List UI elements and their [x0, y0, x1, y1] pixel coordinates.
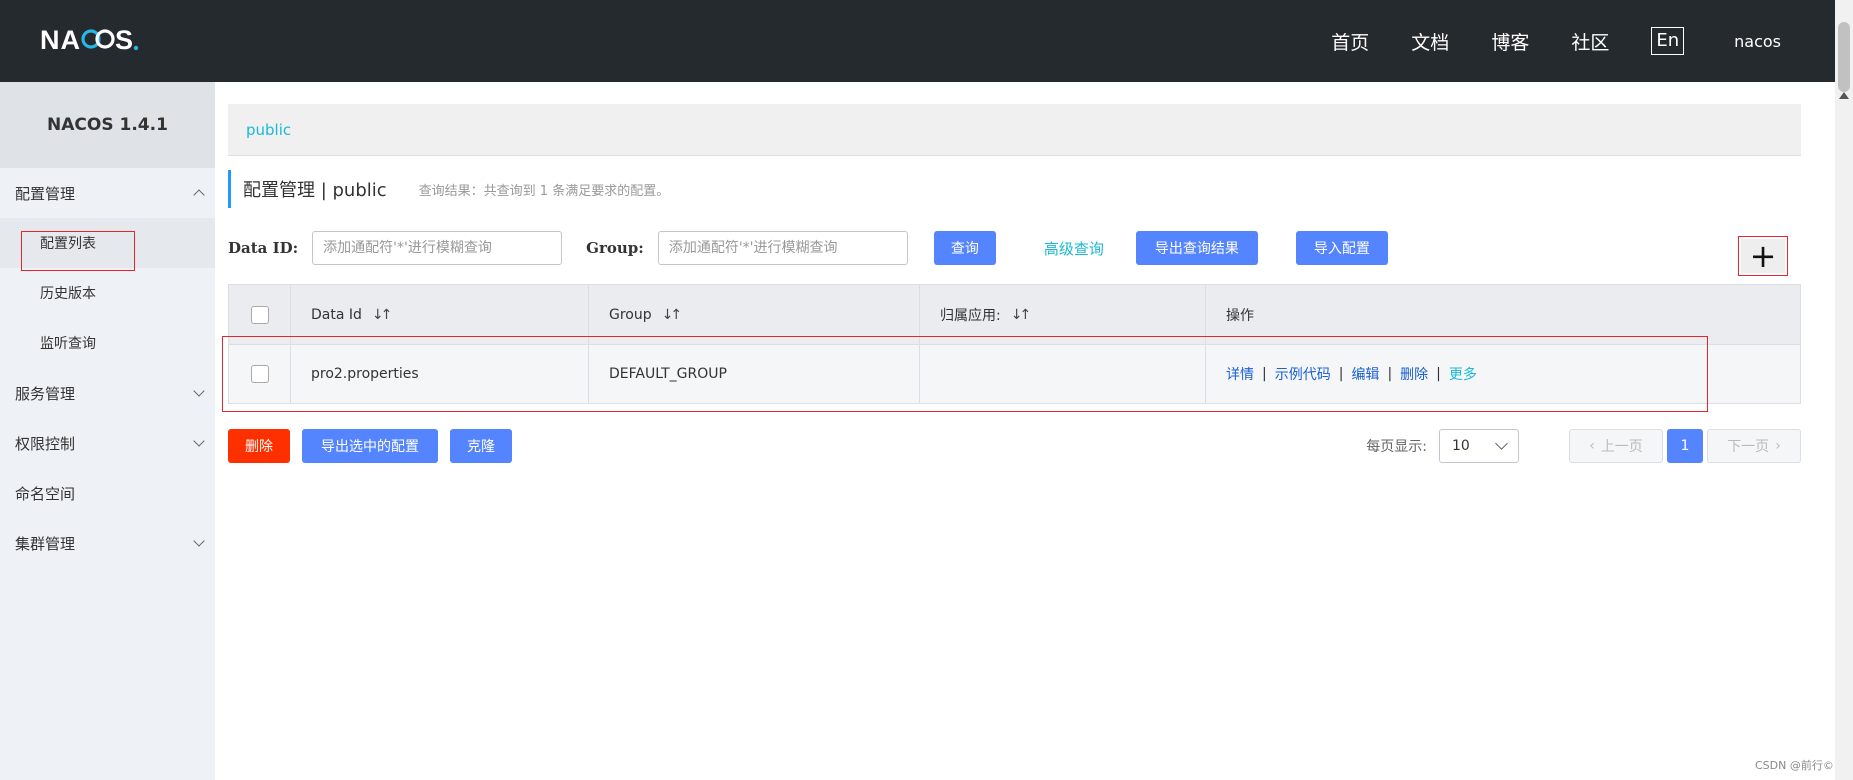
- sort-icon[interactable]: ↓↑: [1011, 307, 1032, 323]
- scrollbar-thumb[interactable]: [1838, 22, 1850, 92]
- chevron-down-icon: [193, 535, 205, 547]
- top-nav-menu: 首页 文档 博客 社区 En nacos: [1331, 0, 1835, 82]
- add-config-button[interactable]: +: [1741, 239, 1785, 273]
- namespace-public-link[interactable]: public: [246, 121, 291, 139]
- sidebar-item-listener-query[interactable]: 监听查询: [0, 318, 215, 368]
- next-page-label: 下一页: [1727, 439, 1770, 455]
- pagination: 每页显示: 10 ‹ 上一页 1 下一页 ›: [1366, 428, 1801, 464]
- svg-text:NA: NA: [40, 25, 81, 55]
- highlight-box: +: [1738, 236, 1788, 276]
- nacos-logo[interactable]: NA S: [40, 24, 150, 56]
- sort-icon[interactable]: ↓↑: [662, 307, 683, 323]
- sidebar-item-label: 历史版本: [40, 286, 96, 302]
- chevron-down-icon: [193, 435, 205, 447]
- sidebar-group-label: 命名空间: [15, 484, 76, 503]
- group-label: Group:: [586, 239, 644, 257]
- user-menu[interactable]: nacos: [1734, 32, 1781, 51]
- prev-page-label: 上一页: [1600, 439, 1643, 455]
- page-number-button[interactable]: 1: [1667, 429, 1703, 463]
- column-header-actions: 操作: [1226, 307, 1254, 324]
- select-all-checkbox[interactable]: [250, 305, 269, 324]
- vertical-scrollbar[interactable]: [1835, 0, 1853, 780]
- prev-page-button[interactable]: ‹ 上一页: [1569, 429, 1663, 463]
- language-switch-button[interactable]: En: [1651, 27, 1685, 55]
- column-header-group: Group: [609, 306, 652, 323]
- sidebar-group-label: 配置管理: [15, 184, 76, 203]
- nav-blog[interactable]: 博客: [1491, 28, 1529, 55]
- clone-button[interactable]: 克隆: [450, 429, 512, 463]
- scroll-up-arrow-icon[interactable]: [1839, 92, 1849, 99]
- sidebar-group-label: 集群管理: [15, 534, 76, 553]
- sidebar-group-label: 服务管理: [15, 384, 76, 403]
- sidebar-group-config[interactable]: 配置管理: [0, 168, 215, 218]
- nav-home[interactable]: 首页: [1331, 28, 1369, 55]
- page-title: 配置管理 | public: [243, 180, 387, 201]
- column-header-dataid: Data Id: [311, 306, 362, 323]
- watermark: CSDN @前行©: [1755, 759, 1834, 772]
- export-query-results-button[interactable]: 导出查询结果: [1135, 231, 1258, 265]
- sidebar-group-label: 权限控制: [15, 434, 76, 453]
- highlight-box: [21, 231, 135, 271]
- page-size-value: 10: [1452, 438, 1470, 454]
- chevron-right-icon: ›: [1775, 438, 1781, 454]
- next-page-button[interactable]: 下一页 ›: [1707, 429, 1801, 463]
- column-header-app: 归属应用:: [940, 307, 1001, 324]
- search-form: Data ID: Group: 查询 高级查询 导出查询结果 导入配置: [228, 230, 1801, 266]
- query-result-hint: 查询结果：共查询到 1 条满足要求的配置。: [418, 183, 670, 199]
- export-selected-button[interactable]: 导出选中的配置: [302, 429, 438, 463]
- sidebar-group-auth[interactable]: 权限控制: [0, 418, 215, 468]
- sidebar-item-label: 监听查询: [40, 336, 96, 352]
- chevron-down-icon: [1495, 437, 1508, 450]
- svg-text:S: S: [115, 25, 133, 55]
- sidebar-item-history[interactable]: 历史版本: [0, 268, 215, 318]
- dataid-search-input[interactable]: [312, 231, 563, 265]
- sidebar-group-cluster[interactable]: 集群管理: [0, 518, 215, 568]
- group-search-input[interactable]: [657, 231, 908, 265]
- highlight-box: [222, 336, 1708, 412]
- namespace-bar: public: [228, 104, 1801, 156]
- sidebar: NACOS 1.4.1 配置管理 配置列表 历史版本 监听查询 服务管理 权限控…: [0, 82, 215, 780]
- nacos-logo-icon: NA S: [40, 25, 139, 55]
- query-button[interactable]: 查询: [933, 231, 996, 265]
- page-header: 配置管理 | public 查询结果：共查询到 1 条满足要求的配置。: [228, 170, 1801, 208]
- page-size-label: 每页显示:: [1366, 439, 1427, 455]
- sidebar-version-title: NACOS 1.4.1: [0, 82, 215, 168]
- chevron-left-icon: ‹: [1589, 438, 1595, 454]
- page-size-select[interactable]: 10: [1439, 429, 1519, 463]
- chevron-down-icon: [193, 385, 205, 397]
- import-config-button[interactable]: 导入配置: [1295, 231, 1388, 265]
- dataid-label: Data ID:: [228, 239, 299, 257]
- nav-community[interactable]: 社区: [1571, 28, 1609, 55]
- sort-icon[interactable]: ↓↑: [372, 307, 393, 323]
- top-navbar: NA S 首页 文档 博客 社区 En nacos: [0, 0, 1835, 82]
- delete-button[interactable]: 删除: [228, 429, 290, 463]
- sidebar-group-service[interactable]: 服务管理: [0, 368, 215, 418]
- sidebar-group-namespace[interactable]: 命名空间: [0, 468, 215, 518]
- nav-docs[interactable]: 文档: [1411, 28, 1449, 55]
- main-content: public 配置管理 | public 查询结果：共查询到 1 条满足要求的配…: [228, 104, 1801, 463]
- chevron-up-icon: [193, 189, 205, 201]
- advanced-query-link[interactable]: 高级查询: [1044, 238, 1104, 259]
- bottom-actions: 删除 导出选中的配置 克隆 每页显示: 10 ‹ 上一页 1 下一页 ›: [228, 428, 1801, 464]
